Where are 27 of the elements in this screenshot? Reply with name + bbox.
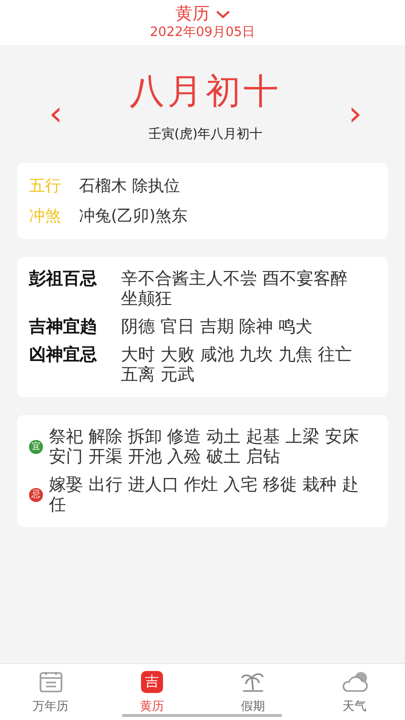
row-value: 石榴木 除执位 [79, 175, 180, 197]
tab[interactable]: 万年历 [0, 664, 102, 720]
badge: 宜 [29, 440, 43, 454]
calendar-icon [38, 671, 63, 693]
row-value: 阴德 官日 吉期 除神 鸣犬 [121, 317, 314, 337]
lunar-date: 八月初十 [130, 71, 282, 113]
date-text: 2022年09月05日 [150, 24, 256, 41]
row-label: 凶神宜忌 [29, 345, 98, 365]
row-label: 冲煞 [29, 205, 62, 227]
title-dropdown[interactable]: 黄历 [176, 4, 230, 24]
row-label: 五行 [29, 175, 62, 197]
tab[interactable]: 假期 [202, 664, 304, 720]
row-value: 大时 大败 咸池 九坎 九焦 往亡五离 元武 [121, 345, 354, 385]
previous-button[interactable]: ‹ [45, 97, 67, 131]
next-button[interactable]: › [344, 97, 366, 131]
row-label: 吉神宜趋 [29, 317, 98, 337]
badge: 忌 [29, 488, 43, 502]
row-label: 彭祖百忌 [29, 269, 98, 289]
palm-tree-icon [240, 671, 266, 693]
lunar-year-text: 壬寅(虎)年八月初十 [148, 126, 263, 143]
tab-icon: 吉 [140, 671, 163, 693]
caret-icon [216, 10, 230, 18]
activity-list: 嫁娶 出行 进人口 作灶 入宅 移徙 栽种 赴任 [49, 475, 369, 515]
row-value: 冲兔(乙卯)煞东 [79, 205, 188, 227]
tab[interactable]: 天气 [304, 664, 405, 720]
activity-list: 祭祀 解除 拆卸 修造 动土 起基 上梁 安床安门 开渠 开池 入殓 破土 启钻 [49, 427, 369, 467]
row-value: 辛不合酱主人不尝 酉不宴客醉坐颠狂 [121, 269, 348, 309]
